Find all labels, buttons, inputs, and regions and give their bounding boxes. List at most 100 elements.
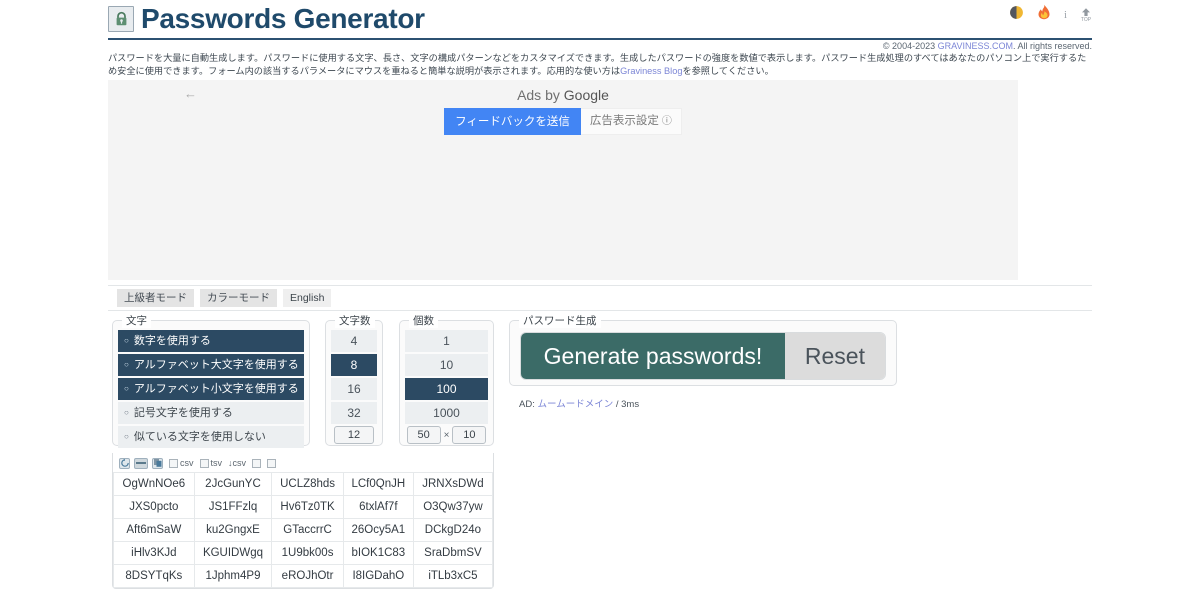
length-option-16[interactable]: 16 [331,378,377,400]
password-cell[interactable]: O3Qw37yw [412,495,494,519]
password-cell[interactable]: 1Jphm4P9 [193,564,273,588]
password-cell[interactable]: iTLb3xC5 [412,564,494,588]
download-csv-checkbox[interactable]: ↓csv [228,458,246,468]
ad-settings-button[interactable]: 広告表示設定 ⓘ [580,108,682,135]
password-cell[interactable]: eROJhOtr [271,564,344,588]
length-value-list: 4 8 16 32 [326,321,382,450]
extra-checkbox-2[interactable] [267,458,277,468]
bullet-icon: ○ [124,408,129,417]
info-icon[interactable]: i [1064,9,1067,21]
password-cell[interactable]: 1U9bk00s [271,541,344,565]
table-row: iHlv3KJd KGUIDWgq 1U9bk00s bIOK1C83 SraD… [113,541,494,565]
option-label: アルファベット小文字を使用する [133,383,299,395]
csv-label: csv [180,458,194,468]
ad-status-line: AD: ムームードメイン / 3ms [519,396,639,410]
count-legend: 個数 [409,313,438,328]
ads-by-text: Ads by [517,87,564,103]
page-header: Passwords Generator i TOP [108,0,1092,40]
checkbox-box [199,458,209,468]
count-rows-input[interactable] [406,426,441,444]
password-cell[interactable]: Aft6mSaW [113,518,195,542]
password-cell[interactable]: GTaccrrC [271,518,344,542]
copyright-link[interactable]: GRAVINESS.COM [938,41,1013,51]
refresh-icon[interactable] [119,457,130,469]
dark-mode-icon[interactable] [1009,5,1024,25]
separator-icon[interactable] [134,457,148,469]
copy-icon[interactable] [152,457,163,469]
length-option-4[interactable]: 4 [331,330,377,352]
length-custom-input[interactable] [334,426,374,444]
tsv-checkbox[interactable]: tsv [199,458,222,468]
password-cell[interactable]: JXS0pcto [113,495,195,519]
password-cell[interactable]: UCLZ8hds [271,472,344,496]
blog-link[interactable]: Graviness Blog [620,66,682,76]
count-value-list: 1 10 100 1000 × [400,321,493,450]
password-cell[interactable]: LCf0QnJH [342,472,414,496]
count-columns-input[interactable] [452,426,487,444]
password-cell[interactable]: bIOK1C83 [342,541,414,565]
ad-sponsor-link[interactable]: ムームードメイン [537,399,613,410]
bullet-icon: ○ [124,432,129,441]
send-feedback-button[interactable]: フィードバックを送信 [444,108,581,135]
color-mode-button[interactable]: カラーモード [200,289,277,307]
option-label: 数字を使用する [133,335,211,347]
option-label: 記号文字を使用する [133,407,233,419]
password-cell[interactable]: 6txlAf7f [342,495,414,519]
password-cell[interactable]: JRNXsDWd [412,472,494,496]
length-option-8[interactable]: 8 [331,354,377,376]
ads-by-google-label: Ads by Google [108,87,1018,103]
characters-option-list: ○ 数字を使用する ○ アルファベット大文字を使用する ○ アルファベット小文字を使用… [113,321,309,454]
extra-checkbox-1[interactable] [252,458,262,468]
title-divider [108,38,1092,40]
length-legend: 文字数 [335,313,375,328]
option-use-lowercase[interactable]: ○ アルファベット小文字を使用する [118,378,304,400]
page-description: パスワードを大量に自動生成します。パスワードに使用する文字、長さ、文字の構成パタ… [108,52,1092,78]
length-option-32[interactable]: 32 [331,402,377,424]
length-custom-row [331,426,377,444]
table-row: 8DSYTqKs 1Jphm4P9 eROJhOtr I8IGDahO iTLb… [113,564,494,588]
description-line-2-pre: と簡単な説明が表示されます。応用的な使い方は [418,66,621,76]
reset-button[interactable]: Reset [784,333,885,379]
option-use-uppercase[interactable]: ○ アルファベット大文字を使用する [118,354,304,376]
count-option-1[interactable]: 1 [405,330,488,352]
characters-legend: 文字 [122,313,151,328]
table-row: JXS0pcto JS1FFzlq Hv6Tz0TK 6txlAf7f O3Qw… [113,495,494,519]
password-cell[interactable]: KGUIDWgq [193,541,273,565]
option-exclude-similar[interactable]: ○ 似ている文字を使用しない [118,426,304,448]
count-custom-row: × [405,426,488,444]
scroll-top-icon[interactable]: TOP [1080,7,1092,23]
password-cell[interactable]: JS1FFzlq [193,495,273,519]
password-cell[interactable]: Hv6Tz0TK [271,495,344,519]
count-option-10[interactable]: 10 [405,354,488,376]
ad-settings-info-icon: ⓘ [661,116,672,127]
generate-panel: パスワード生成 Generate passwords! Reset [509,313,897,386]
bullet-icon: ○ [124,336,129,345]
google-wordmark: Google [563,87,609,103]
count-option-100[interactable]: 100 [405,378,488,400]
password-cell[interactable]: I8IGDahO [342,564,414,588]
ad-button-group: フィードバックを送信 広告表示設定 ⓘ [108,108,1018,135]
flame-icon[interactable] [1037,4,1051,25]
english-button[interactable]: English [283,289,332,307]
generate-passwords-button[interactable]: Generate passwords! [521,333,785,379]
download-csv-label: ↓csv [228,458,247,468]
copyright-pre: © 2004-2023 [882,41,938,51]
password-cell[interactable]: 26Ocy5A1 [342,518,414,542]
option-use-digits[interactable]: ○ 数字を使用する [118,330,304,352]
password-cell[interactable]: iHlv3KJd [113,541,195,565]
option-use-symbols[interactable]: ○ 記号文字を使用する [118,402,304,424]
csv-checkbox[interactable]: csv [169,458,194,468]
password-cell[interactable]: ku2GngxE [193,518,273,542]
advanced-mode-button[interactable]: 上級者モード [117,289,194,307]
password-cell[interactable]: OgWnNOe6 [113,472,195,496]
password-table-body: OgWnNOe6 2JcGunYC UCLZ8hds LCf0QnJH JRNX… [113,472,494,588]
copyright: © 2004-2023 GRAVINESS.COM. All rights re… [108,41,1092,51]
count-option-1000[interactable]: 1000 [405,402,488,424]
password-cell[interactable]: DCkgD24o [412,518,494,542]
password-cell[interactable]: 8DSYTqKs [113,564,195,588]
password-cell[interactable]: 2JcGunYC [193,472,273,496]
checkbox-box [267,458,277,468]
scroll-top-label: TOP [1080,16,1092,23]
password-cell[interactable]: SraDbmSV [412,541,494,565]
advertisement-block: ← Ads by Google フィードバックを送信 広告表示設定 ⓘ [108,80,1018,280]
